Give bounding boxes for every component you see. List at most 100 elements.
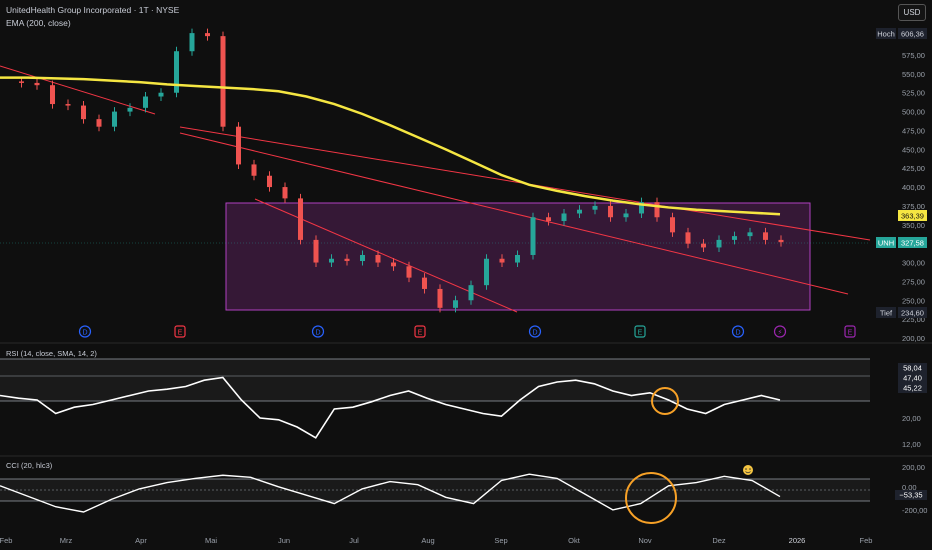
candle-body [65,104,71,106]
candle-body [453,300,458,308]
svg-text:45,22: 45,22 [903,384,922,393]
event-marker[interactable]: E [414,325,426,338]
svg-text:D: D [315,330,320,337]
price-tick: 200,00 [902,334,925,343]
event-marker[interactable]: D [731,325,745,338]
tief-label: Tief 234,60 [876,307,927,318]
price-tick: 300,00 [902,259,925,268]
candle-body [515,254,520,263]
candle-body [375,254,381,263]
time-tick: Feb [0,536,12,545]
svg-text:58,04: 58,04 [903,364,922,373]
candle-body [313,239,319,263]
svg-text:⚡: ⚡ [778,329,783,337]
candle-body [499,258,505,263]
svg-text:D: D [532,330,537,337]
cci-label: CCI (20, hlc3) [6,461,53,470]
time-tick: Dez [712,536,726,545]
cci-value: −53,35 [899,491,922,500]
time-tick: Jul [349,536,359,545]
candle-body [561,213,567,222]
svg-text:Tief: Tief [880,309,893,318]
time-tick: Feb [860,536,873,545]
candle-body [654,202,660,218]
chart-canvas[interactable]: D E D E D E D ⚡ E 575,00 550,00 525,00 500,00 475,00… [0,0,932,550]
cci-band [0,479,870,501]
candle-body [96,119,102,127]
event-marker[interactable]: D [311,325,325,338]
time-tick: Mai [205,536,217,545]
event-marker[interactable]: E [634,325,646,338]
candle-body [189,33,195,52]
candle-body [282,187,288,199]
candle-body [577,209,582,214]
time-tick: Sep [494,536,507,545]
cci-emoji-icon [743,465,753,475]
candle-body [530,217,536,255]
price-tick: 400,00 [902,183,925,192]
time-axis: Feb Mrz Apr Mai Jun Jul Aug Sep Okt Nov Dez 2026 Feb [0,536,872,545]
candle-body [778,239,784,243]
price-tick: 275,00 [902,277,925,286]
candle-body [19,81,24,83]
svg-text:E: E [638,330,643,337]
candle-body [546,217,551,222]
svg-text:606,36: 606,36 [901,30,924,39]
price-tick: 475,00 [902,126,925,135]
event-marker[interactable]: D [528,325,542,338]
candle-body [391,262,396,267]
candle-body [112,111,117,127]
candle-body [267,175,272,188]
price-tick: 500,00 [902,108,925,117]
rsi-label: RSI (14, close, SMA, 14, 2) [6,349,97,358]
price-tick: 375,00 [902,202,925,211]
candle-body [608,205,613,218]
rsi-tick: 20,00 [902,414,921,423]
currency-button[interactable]: USD [898,4,926,21]
candle-body [484,258,489,286]
trendline-1 [0,65,156,115]
svg-text:UNH: UNH [878,239,894,248]
svg-text:234,60: 234,60 [901,309,924,318]
price-tick: 450,00 [902,145,925,154]
chart-title: UnitedHealth Group Incorporated · 1T · N… [6,5,180,15]
candle-body [251,164,257,176]
price-tick: 550,00 [902,70,925,79]
svg-text:E: E [178,330,183,337]
candle-body [236,126,241,165]
time-tick: Nov [638,536,652,545]
price-tick: 250,00 [902,296,925,305]
candle-body [406,266,412,278]
price-tick: 575,00 [902,51,925,60]
events-row: D E D E D E D ⚡ E [78,325,856,338]
svg-text:47,40: 47,40 [903,374,922,383]
event-marker[interactable]: ⚡ [773,325,787,338]
event-marker[interactable]: D [78,325,92,338]
cci-tick: 200,00 [902,463,925,472]
event-marker[interactable]: E [844,325,856,338]
candle-body [437,288,443,308]
ema-value-badge: 363,39 [898,210,927,221]
candle-body [34,82,40,86]
candle-body [50,85,55,105]
svg-text:363,39: 363,39 [901,212,924,221]
candle-body [716,239,722,248]
candle-body [205,33,210,37]
cci-tick: -200,00 [902,506,927,515]
candle-body [468,285,474,301]
svg-text:E: E [418,330,423,337]
time-tick: 2026 [789,536,806,545]
candle-body [143,96,148,108]
price-tick: 525,00 [902,89,925,98]
candle-body [623,213,629,218]
last-price-badge: UNH 327,58 [876,237,927,248]
rsi-value-badges: 58,04 47,40 45,22 [898,363,927,393]
svg-text:D: D [82,330,87,337]
hoch-label: Hoch 606,36 [876,28,927,39]
ema-indicator-label: EMA (200, close) [6,18,71,28]
event-marker[interactable]: E [174,325,186,338]
candle-body [360,254,365,262]
time-tick: Aug [421,536,434,545]
candle-body [158,92,164,97]
candle-body [220,36,226,127]
